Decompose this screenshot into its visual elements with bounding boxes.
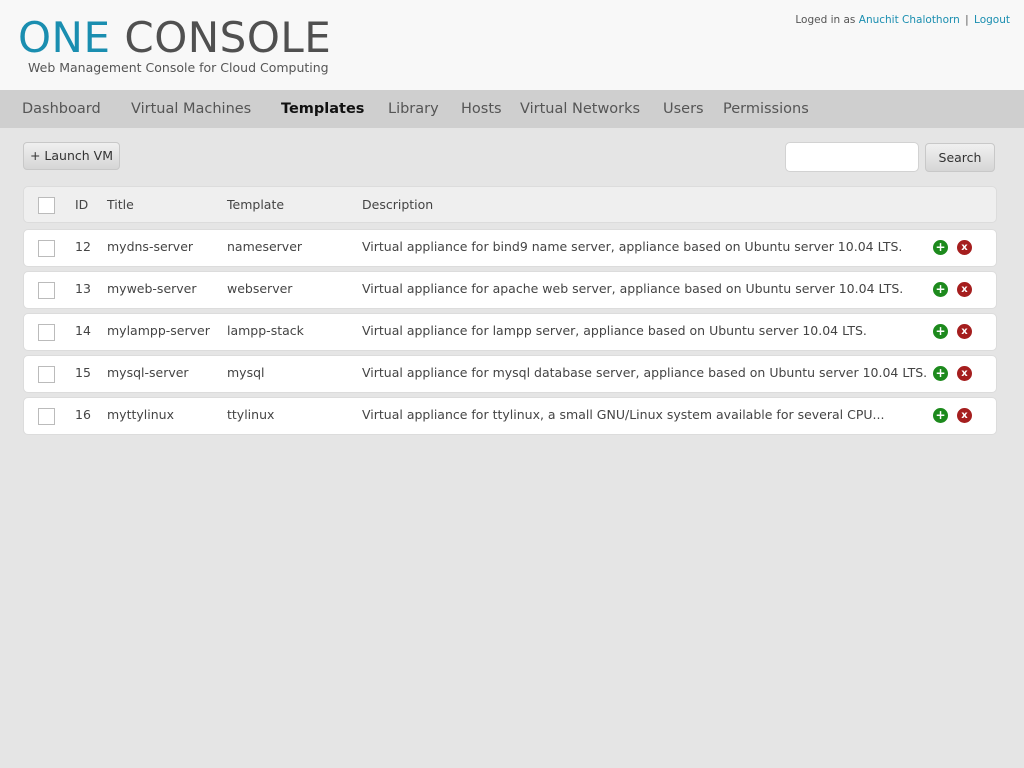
add-icon[interactable]: + [933,408,948,423]
row-template: mysql [227,365,265,380]
column-header-id: ID [75,197,89,212]
row-description: Virtual appliance for lampp server, appl… [362,323,867,338]
nav-virtual-machines[interactable]: Virtual Machines [131,90,251,128]
row-title: mysql-server [107,365,189,380]
add-icon[interactable]: + [933,366,948,381]
search-input[interactable] [785,142,919,172]
row-checkbox[interactable] [38,408,55,425]
add-icon[interactable]: + [933,282,948,297]
row-title: myttylinux [107,407,174,422]
nav-templates[interactable]: Templates [281,90,364,128]
user-bar-separator: | [965,14,969,26]
delete-icon[interactable]: x [957,324,972,339]
row-template: nameserver [227,239,303,254]
row-checkbox[interactable] [38,282,55,299]
row-id: 12 [75,239,91,254]
logout-link[interactable]: Logout [974,14,1010,26]
table-row[interactable]: 16 myttylinux ttylinux Virtual appliance… [23,397,997,435]
row-description: Virtual appliance for ttylinux, a small … [362,407,885,422]
user-bar: Loged in as Anuchit Chalothorn | Logout [795,14,1010,26]
app-header: ONE CONSOLE Web Management Console for C… [0,0,1024,90]
delete-icon[interactable]: x [957,408,972,423]
nav-virtual-networks[interactable]: Virtual Networks [520,90,640,128]
delete-icon[interactable]: x [957,282,972,297]
table-header: ID Title Template Description [23,186,997,223]
app-logo: ONE CONSOLE [18,14,331,62]
nav-library[interactable]: Library [388,90,439,128]
nav-hosts[interactable]: Hosts [461,90,502,128]
nav-dashboard[interactable]: Dashboard [22,90,101,128]
user-name-link[interactable]: Anuchit Chalothorn [859,14,960,26]
row-description: Virtual appliance for apache web server,… [362,281,904,296]
table-row[interactable]: 12 mydns-server nameserver Virtual appli… [23,229,997,267]
column-header-template: Template [227,197,285,212]
table-row[interactable]: 13 myweb-server webserver Virtual applia… [23,271,997,309]
table-row[interactable]: 15 mysql-server mysql Virtual appliance … [23,355,997,393]
row-template: lampp-stack [227,323,304,338]
nav-users[interactable]: Users [663,90,704,128]
launch-vm-button[interactable]: + Launch VM [23,142,120,170]
select-all-checkbox[interactable] [38,197,55,214]
search-button[interactable]: Search [925,143,995,172]
row-checkbox[interactable] [38,240,55,257]
row-id: 16 [75,407,91,422]
column-header-title: Title [107,197,134,212]
logo-one: ONE [18,13,111,62]
tagline: Web Management Console for Cloud Computi… [28,60,329,75]
row-description: Virtual appliance for bind9 name server,… [362,239,903,254]
row-checkbox[interactable] [38,324,55,341]
row-title: mydns-server [107,239,194,254]
nav-permissions[interactable]: Permissions [723,90,809,128]
logged-in-label: Loged in as [795,14,856,26]
add-icon[interactable]: + [933,324,948,339]
table-row[interactable]: 14 mylampp-server lampp-stack Virtual ap… [23,313,997,351]
main-nav: Dashboard Virtual Machines Templates Lib… [0,90,1024,128]
logo-console: CONSOLE [124,13,332,62]
row-id: 15 [75,365,91,380]
row-title: mylampp-server [107,323,210,338]
delete-icon[interactable]: x [957,366,972,381]
row-id: 13 [75,281,91,296]
row-checkbox[interactable] [38,366,55,383]
row-title: myweb-server [107,281,197,296]
row-template: webserver [227,281,293,296]
delete-icon[interactable]: x [957,240,972,255]
column-header-description: Description [362,197,434,212]
row-template: ttylinux [227,407,275,422]
row-description: Virtual appliance for mysql database ser… [362,365,928,380]
row-id: 14 [75,323,91,338]
add-icon[interactable]: + [933,240,948,255]
